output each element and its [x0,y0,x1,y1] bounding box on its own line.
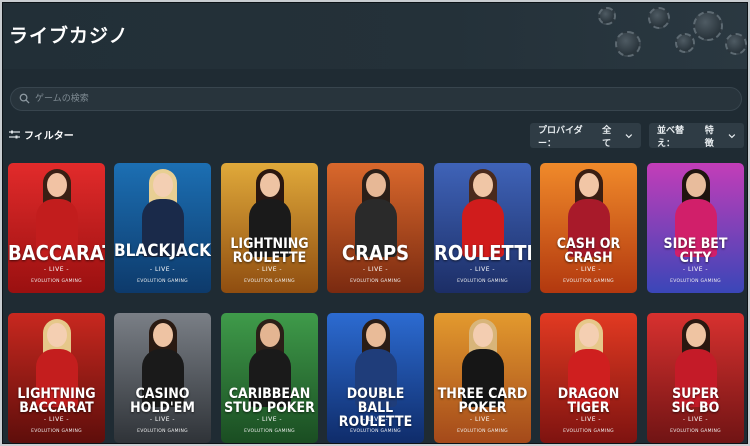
game-tile[interactable]: BACCARAT - LIVE - EVOLUTION GAMING [8,163,105,293]
game-tile[interactable]: SUPER SIC BO - LIVE - EVOLUTION GAMING [647,313,744,443]
chevron-down-icon [625,133,633,138]
search-bar[interactable] [10,87,742,111]
provider-label: EVOLUTION GAMING [350,429,401,434]
chip-decoration [615,31,641,57]
provider-dropdown[interactable]: プロバイダー： 全て [530,123,641,149]
game-tile[interactable]: LIGHTNING ROULETTE - LIVE - EVOLUTION GAMI… [221,163,318,293]
game-title: BLACKJACK [114,241,211,261]
provider-dropdown-label: プロバイダー： [538,125,583,149]
provider-label: EVOLUTION GAMING [457,429,508,434]
sort-dropdown-value: 特徴 [704,125,714,149]
live-label: - LIVE - [575,416,602,423]
dealer-face [365,323,386,347]
game-tile[interactable]: CARIBBEAN STUD POKER - LIVE - EVOLUTION GA… [221,313,318,443]
live-label: - LIVE - [362,416,389,423]
live-label: - LIVE - [469,266,496,273]
game-title: LIGHTNING BACCARAT [17,386,96,416]
provider-label: EVOLUTION GAMING [137,429,188,434]
game-tile[interactable]: CRAPS - LIVE - EVOLUTION GAMING [327,163,424,293]
live-label: - LIVE - [469,416,496,423]
search-icon [19,93,30,104]
game-tile[interactable]: CASINO HOLD'EM - LIVE - EVOLUTION GAMING [114,313,211,443]
live-label: - LIVE - [149,266,176,273]
game-title: LIGHTNING ROULETTE [230,236,309,266]
chip-decoration [598,7,616,25]
live-label: - LIVE - [43,266,70,273]
dealer-face [46,323,67,347]
game-tile[interactable]: ROULETTE - LIVE - EVOLUTION GAMING [434,163,531,293]
game-tile[interactable]: DRAGON TIGER - LIVE - EVOLUTION GAMING [540,313,637,443]
provider-label: EVOLUTION GAMING [31,429,82,434]
live-label: - LIVE - [256,266,283,273]
app-window: ライブカジノ フィルター プロバイダー： 全て 並べ替え： 特徴 BACCAR [2,2,748,444]
game-tile[interactable]: BLACKJACK - LIVE - EVOLUTION GAMING [114,163,211,293]
chip-decoration [693,11,723,41]
game-tile[interactable]: CASH OR CRASH - LIVE - EVOLUTION GAMING [540,163,637,293]
provider-label: EVOLUTION GAMING [31,279,82,284]
page-title: ライブカジノ [9,25,129,47]
game-title: CASH OR CRASH [556,236,621,266]
dealer-face [472,173,493,197]
dealer-face [578,173,599,197]
live-label: - LIVE - [43,416,70,423]
live-label: - LIVE - [149,416,176,423]
filter-toggle[interactable]: フィルター [9,127,74,142]
dealer-face [259,173,280,197]
search-input[interactable] [35,90,725,108]
dealer-face [365,173,386,197]
dealer-face [685,173,706,197]
dealer-face [152,173,173,197]
filter-sliders-icon [9,130,20,138]
dealer-face [259,323,280,347]
game-title: BACCARAT [8,241,105,265]
provider-label: EVOLUTION GAMING [350,279,401,284]
filter-label: フィルター [24,131,74,142]
game-tile[interactable]: SIDE BET CITY - LIVE - EVOLUTION GAMING [647,163,744,293]
provider-label: EVOLUTION GAMING [457,279,508,284]
dealer-face [472,323,493,347]
chip-decoration [675,33,695,53]
game-title: CRAPS [341,241,410,265]
sort-dropdown[interactable]: 並べ替え： 特徴 [649,123,744,149]
live-label: - LIVE - [575,266,602,273]
chip-decoration [725,33,747,55]
game-title: CARIBBEAN STUD POKER [224,386,315,416]
game-title: ROULETTE [434,241,531,265]
live-label: - LIVE - [682,416,709,423]
provider-label: EVOLUTION GAMING [670,279,721,284]
live-label: - LIVE - [682,266,709,273]
dealer-face [152,323,173,347]
dealer-face [578,323,599,347]
provider-label: EVOLUTION GAMING [563,279,614,284]
game-tile[interactable]: DOUBLE BALL ROULETTE - LIVE - EVOLUTION GA… [327,313,424,443]
provider-dropdown-value: 全て [602,125,612,149]
game-title: SUPER SIC BO [671,386,720,416]
game-title: SIDE BET CITY [663,236,728,266]
game-title: CASINO HOLD'EM [130,386,195,416]
game-tile[interactable]: LIGHTNING BACCARAT - LIVE - EVOLUTION GAMI… [8,313,105,443]
game-title: DRAGON TIGER [557,386,620,416]
live-label: - LIVE - [362,266,389,273]
chevron-down-icon [728,133,736,138]
provider-label: EVOLUTION GAMING [563,429,614,434]
provider-label: EVOLUTION GAMING [244,429,295,434]
provider-label: EVOLUTION GAMING [670,429,721,434]
chip-decoration [648,7,670,29]
game-tile[interactable]: THREE CARD POKER - LIVE - EVOLUTION GAMING [434,313,531,443]
provider-label: EVOLUTION GAMING [244,279,295,284]
game-title: THREE CARD POKER [437,386,528,416]
dealer-face [46,173,67,197]
sort-dropdown-label: 並べ替え： [657,125,685,149]
live-label: - LIVE - [256,416,283,423]
page-header: ライブカジノ [3,3,747,69]
provider-label: EVOLUTION GAMING [137,279,188,284]
dealer-face [685,323,706,347]
